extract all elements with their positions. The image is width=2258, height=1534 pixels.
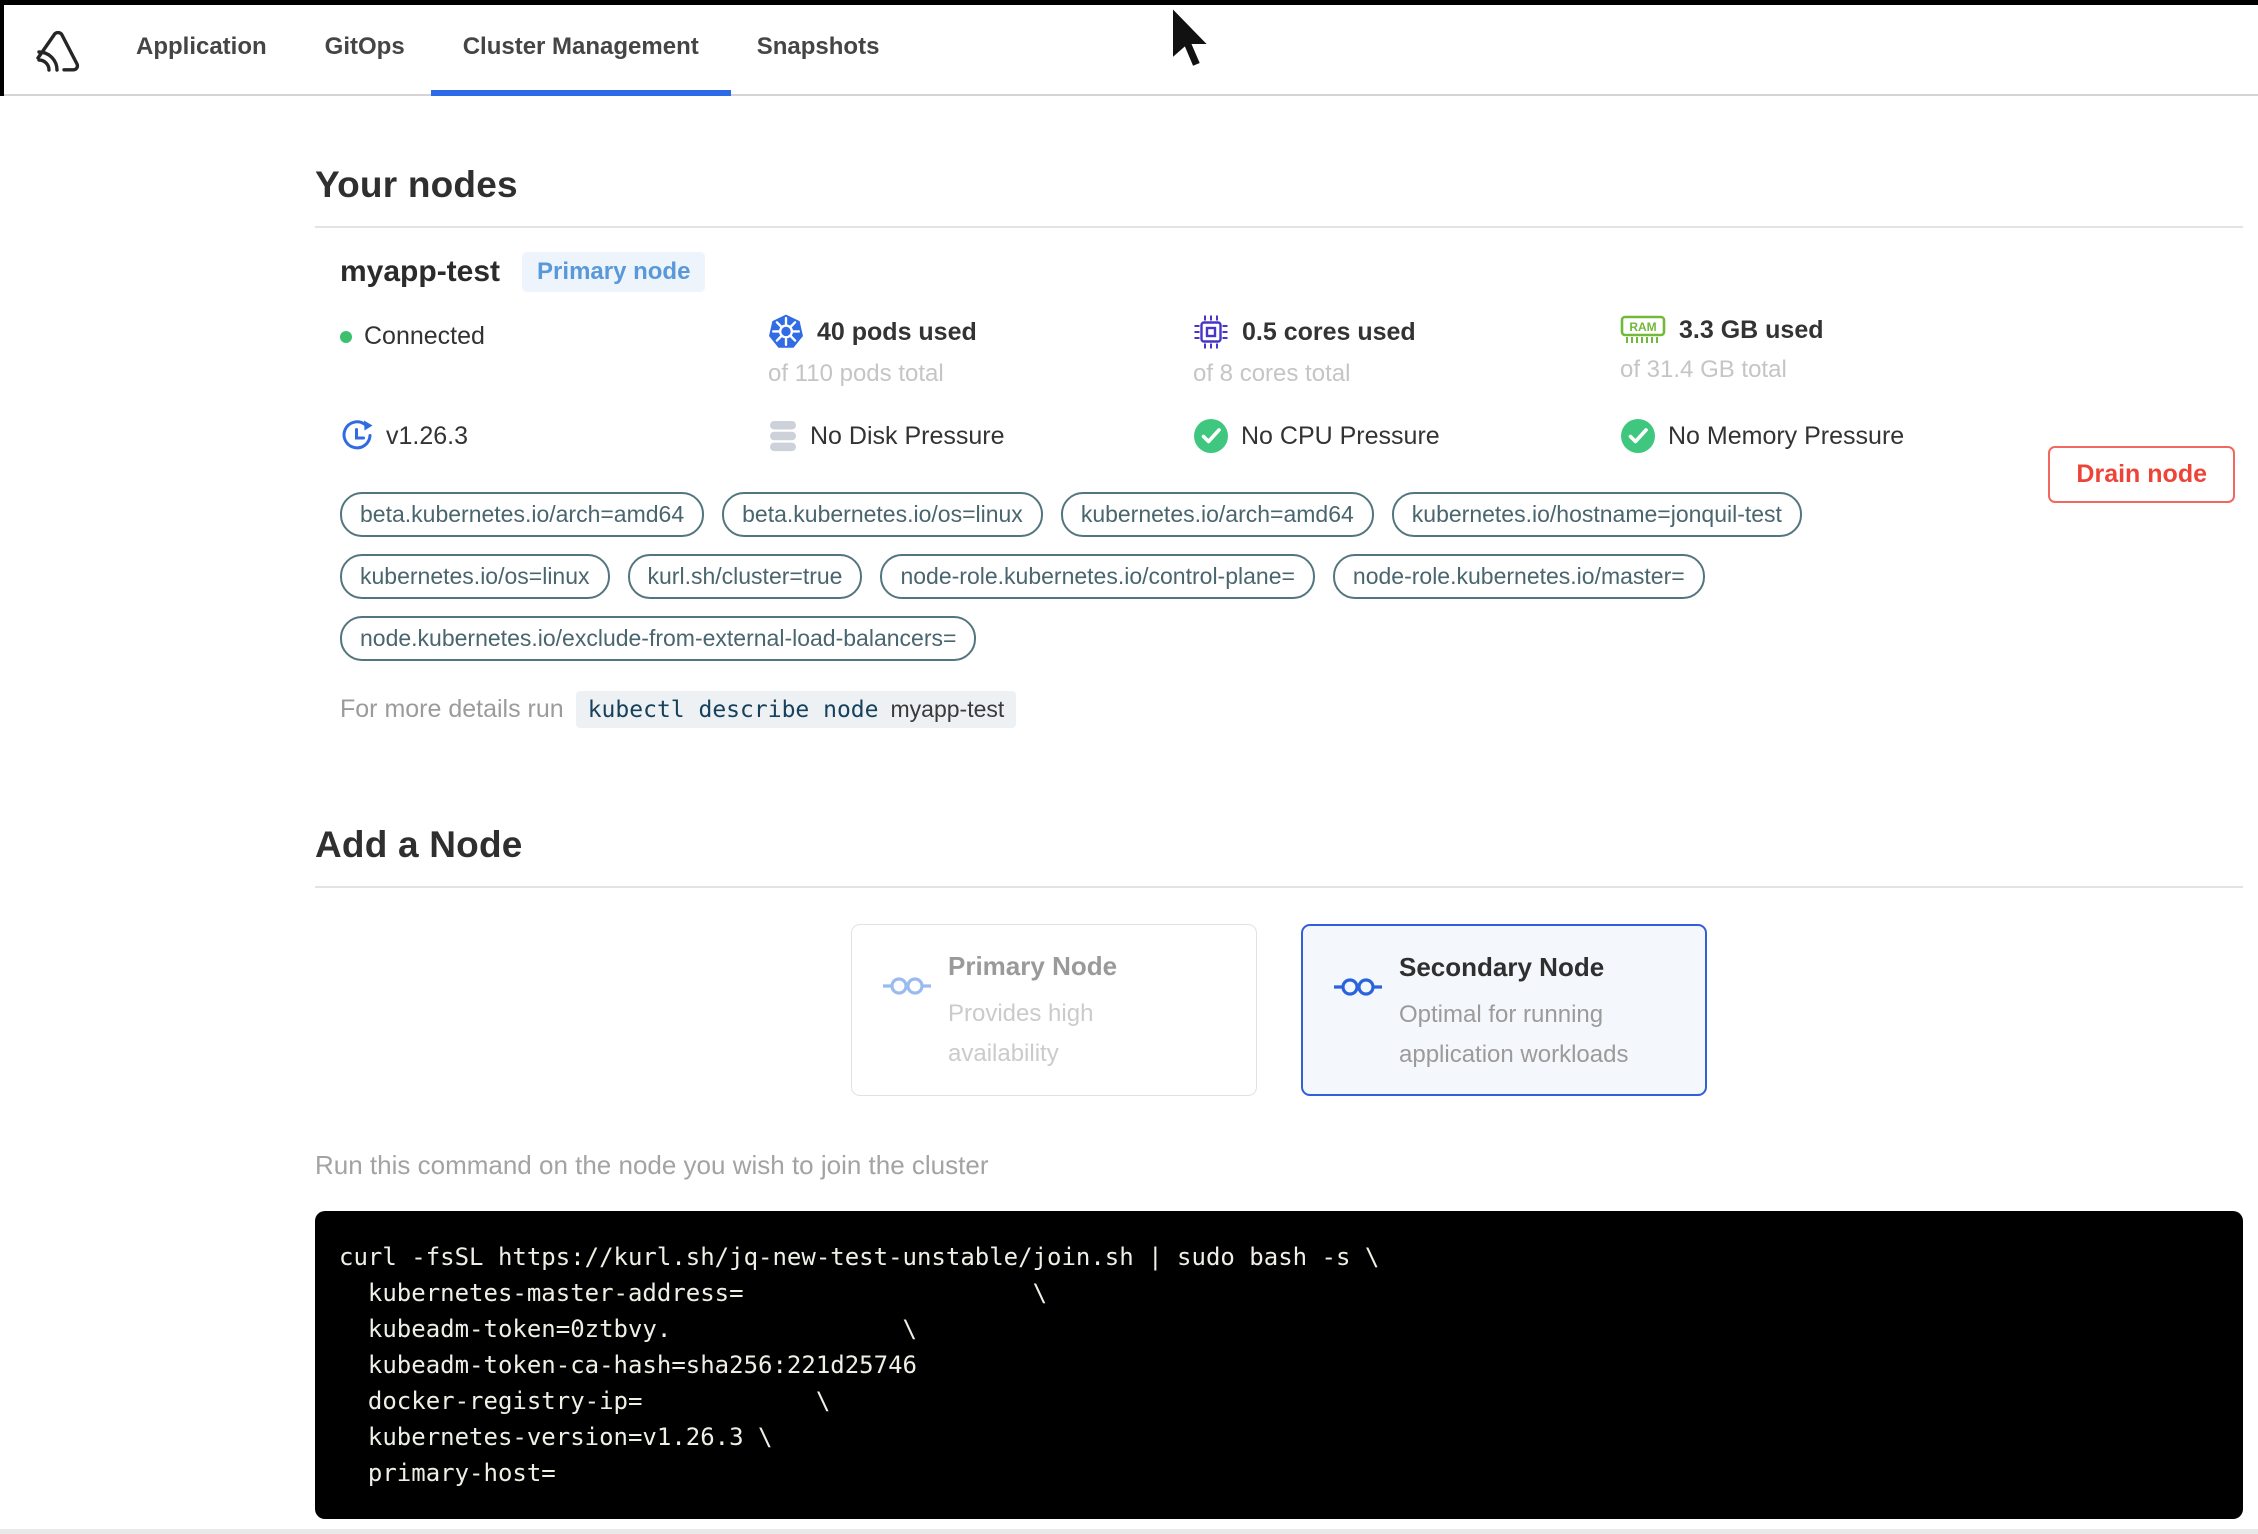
tab-cluster-management[interactable]: Cluster Management xyxy=(430,0,731,96)
disk-pressure-cell: No Disk Pressure xyxy=(768,418,1193,454)
cores-total-label: of 8 cores total xyxy=(1193,360,1351,387)
nav-tabs: Application GitOps Cluster Management Sn… xyxy=(136,0,880,96)
cpu-pressure-label: No CPU Pressure xyxy=(1241,421,1440,450)
secondary-node-option[interactable]: Secondary Node Optimal for running appli… xyxy=(1301,924,1707,1096)
window-top-border xyxy=(0,0,2258,5)
node-label-pill: node-role.kubernetes.io/control-plane= xyxy=(880,554,1315,599)
cpu-icon xyxy=(1194,315,1228,349)
cores-used-label: 0.5 cores used xyxy=(1242,317,1416,346)
terminal-line: primary-host= xyxy=(339,1459,556,1487)
top-nav: Application GitOps Cluster Management Sn… xyxy=(0,0,2258,96)
node-label-pill: kubernetes.io/arch=amd64 xyxy=(1060,492,1374,537)
terminal-line: kubernetes-version=v1.26.3 \ xyxy=(339,1423,773,1451)
nodes-icon xyxy=(1334,978,1382,996)
version-cell: v1.26.3 xyxy=(340,418,768,454)
window-left-border xyxy=(0,0,4,96)
join-command-terminal: curl -fsSL https://kurl.sh/jq-new-test-u… xyxy=(315,1211,2243,1519)
node-label-pill: kurl.sh/cluster=true xyxy=(627,554,863,599)
kubernetes-icon xyxy=(769,314,803,348)
disk-pressure-label: No Disk Pressure xyxy=(810,421,1005,450)
cores-stat: 0.5 cores used of 8 cores total xyxy=(1193,314,1620,388)
memory-total-label: of 31.4 GB total xyxy=(1620,356,1787,383)
node-label-pill: kubernetes.io/hostname=jonquil-test xyxy=(1391,492,1802,537)
memory-stat: RAM 3.3 GB used of 31.4 GB total xyxy=(1620,314,2243,388)
pods-stat: 40 pods used of 110 pods total xyxy=(768,314,1193,388)
node-stats-grid: Connected 40 pods used of 110 pods total… xyxy=(340,314,2243,454)
terminal-line: kubeadm-token-ca-hash=sha256:221d25746 xyxy=(339,1351,917,1379)
primary-node-badge: Primary node xyxy=(522,252,706,292)
version-label: v1.26.3 xyxy=(386,421,469,450)
nodes-icon xyxy=(883,977,931,995)
mouse-cursor xyxy=(1171,6,1212,69)
memory-pressure-label: No Memory Pressure xyxy=(1668,421,1905,450)
connected-dot-icon xyxy=(340,330,352,343)
node-details-hint: For more details run kubectl describe no… xyxy=(340,691,2243,728)
primary-option-title: Primary Node xyxy=(948,951,1118,981)
add-node-divider xyxy=(315,886,2243,888)
terminal-line: curl -fsSL https://kurl.sh/jq-new-test-u… xyxy=(339,1243,1380,1271)
app-logo-icon xyxy=(36,30,80,72)
tab-application[interactable]: Application xyxy=(136,0,267,94)
svg-text:RAM: RAM xyxy=(1629,320,1656,334)
secondary-option-description: Optimal for running application workload… xyxy=(1399,1001,1629,1068)
cpu-pressure-cell: No CPU Pressure xyxy=(1193,418,1620,454)
terminal-line: kubernetes-master-address= \ xyxy=(339,1279,1048,1307)
your-nodes-title: Your nodes xyxy=(315,164,518,205)
cluster-management-page: Application GitOps Cluster Management Sn… xyxy=(0,0,2258,1534)
node-labels: beta.kubernetes.io/arch=amd64 beta.kuber… xyxy=(340,492,2040,661)
node-label-pill: node.kubernetes.io/exclude-from-external… xyxy=(340,616,977,661)
check-circle-icon xyxy=(1194,419,1228,453)
kubectl-command-text: kubectl describe node xyxy=(587,696,879,723)
node-header: myapp-test Primary node xyxy=(340,252,2243,292)
node-card: myapp-test Primary node Connected 40 pod… xyxy=(315,228,2243,728)
main-content: Your nodes myapp-test Primary node Conne… xyxy=(315,164,2243,1534)
node-label-pill: beta.kubernetes.io/os=linux xyxy=(722,492,1043,537)
node-label-pill: beta.kubernetes.io/arch=amd64 xyxy=(340,492,705,537)
secondary-option-title: Secondary Node xyxy=(1399,952,1605,982)
drain-node-button[interactable]: Drain node xyxy=(2048,446,2235,503)
tab-gitops[interactable]: GitOps xyxy=(325,0,405,94)
ram-icon: RAM xyxy=(1620,315,1666,343)
primary-node-option[interactable]: Primary Node Provides high availability xyxy=(851,924,1257,1096)
details-prefix: For more details run xyxy=(340,695,564,723)
node-status-cell: Connected xyxy=(340,314,768,388)
disk-icon xyxy=(770,421,796,452)
join-instruction: Run this command on the node you wish to… xyxy=(315,1150,989,1180)
node-name: myapp-test xyxy=(340,255,501,288)
tab-snapshots[interactable]: Snapshots xyxy=(757,0,880,94)
connected-label: Connected xyxy=(364,322,485,350)
version-history-icon xyxy=(342,420,373,450)
node-label-pill: kubernetes.io/os=linux xyxy=(340,554,610,599)
pods-total-label: of 110 pods total xyxy=(768,360,944,387)
node-type-options: Primary Node Provides high availability … xyxy=(315,924,2243,1096)
terminal-line: kubeadm-token=0ztbvy. \ xyxy=(339,1315,917,1343)
add-node-title: Add a Node xyxy=(315,824,523,865)
kubectl-command-chip: kubectl describe node myapp-test xyxy=(575,691,1017,728)
bottom-section-edge xyxy=(0,1529,2258,1534)
node-label-pill: node-role.kubernetes.io/master= xyxy=(1332,554,1705,599)
kubectl-command-node: myapp-test xyxy=(890,696,1005,722)
primary-option-description: Provides high availability xyxy=(948,1000,1094,1067)
check-circle-icon xyxy=(1621,419,1655,453)
terminal-line: docker-registry-ip= \ xyxy=(339,1387,831,1415)
memory-used-label: 3.3 GB used xyxy=(1679,315,1824,344)
pods-used-label: 40 pods used xyxy=(817,317,977,346)
